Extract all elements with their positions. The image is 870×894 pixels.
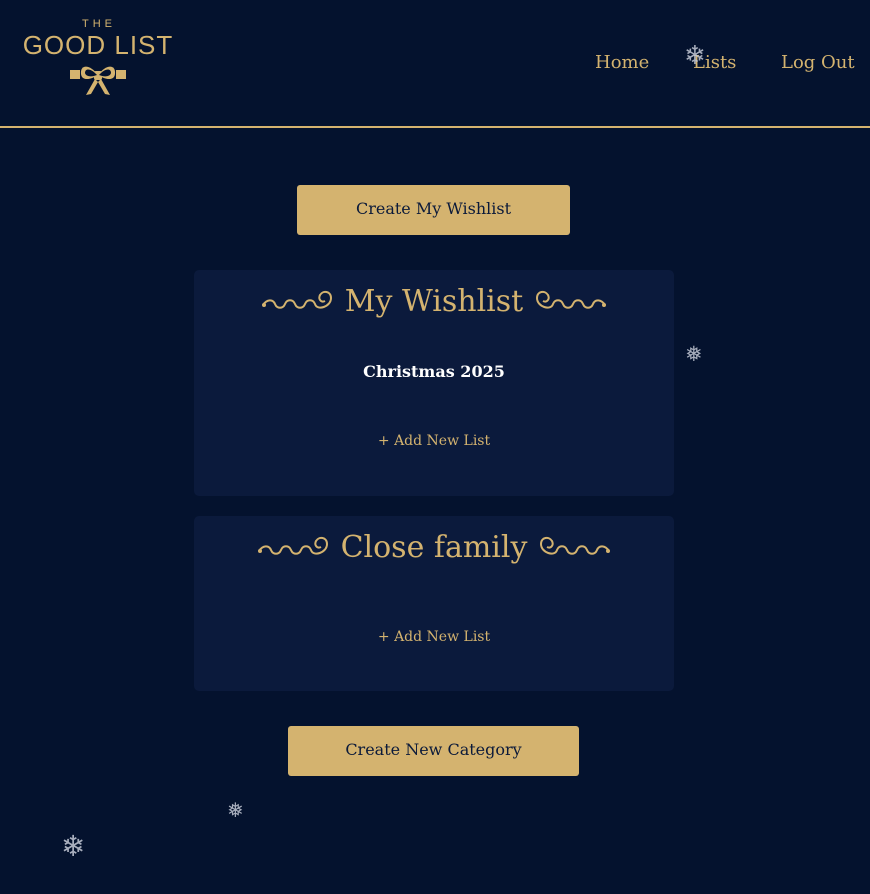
good-list-logo[interactable]: THE GOOD LIST (18, 18, 178, 104)
create-wishlist-button[interactable]: Create My Wishlist (297, 185, 570, 235)
list-item[interactable]: Christmas 2025 (194, 362, 674, 381)
category-card-my-wishlist: My Wishlist Christmas 2025 + Add New Lis… (194, 270, 674, 496)
add-new-list-link[interactable]: + Add New List (194, 629, 674, 645)
snowflake-icon: ❄ (61, 829, 86, 863)
category-title: My Wishlist (344, 284, 524, 319)
flourish-right-icon (536, 290, 607, 309)
create-category-button[interactable]: Create New Category (288, 726, 579, 776)
category-title: Close family (340, 530, 528, 565)
logo-main-text: GOOD LIST (22, 30, 174, 60)
logo-the-text: THE (82, 18, 116, 30)
snowflake-icon: ❅ (227, 798, 244, 822)
category-card-close-family: Close family + Add New List (194, 516, 674, 691)
site-header: THE GOOD LIST Home Lists Log Out (0, 0, 870, 128)
add-new-list-link[interactable]: + Add New List (194, 433, 674, 449)
nav-home-link[interactable]: Home (595, 50, 649, 76)
nav-logout-link[interactable]: Log Out (781, 50, 855, 76)
bow-icon (70, 66, 126, 95)
snowflake-icon: ❄ (684, 41, 706, 71)
snowflake-icon: ❅ (685, 342, 703, 366)
page: THE GOOD LIST Home Lists Log Out Create … (0, 0, 870, 894)
flourish-left-icon (261, 290, 332, 309)
card-title-row: My Wishlist (194, 280, 674, 324)
flourish-left-icon (257, 536, 328, 555)
flourish-right-icon (540, 536, 611, 555)
card-title-row: Close family (194, 526, 674, 570)
